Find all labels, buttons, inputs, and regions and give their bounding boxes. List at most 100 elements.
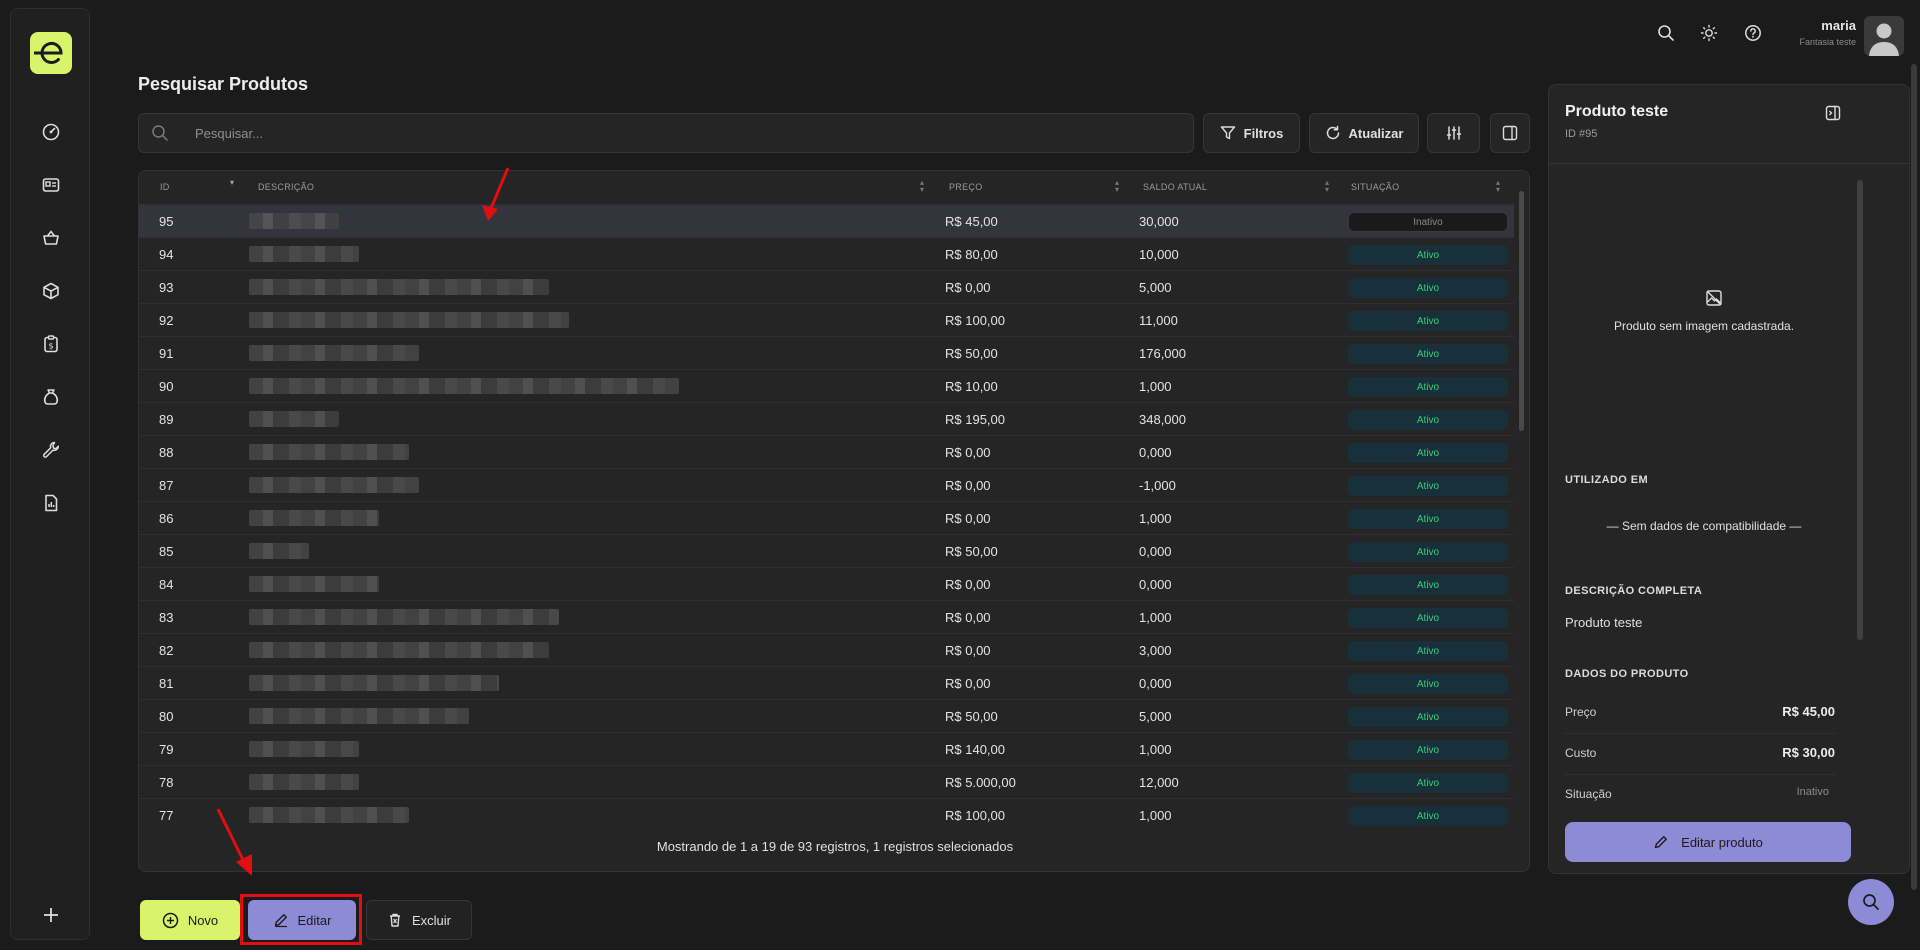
cell-description-redacted bbox=[249, 609, 559, 625]
table-scrollbar[interactable] bbox=[1519, 191, 1524, 431]
header-search-button[interactable] bbox=[1654, 21, 1678, 45]
sidebar-item-dashboard[interactable] bbox=[31, 112, 71, 152]
sidebar-item-reports[interactable] bbox=[31, 483, 71, 523]
section-product-data: DADOS DO PRODUTO bbox=[1565, 668, 1689, 680]
status-badge: Ativo bbox=[1348, 641, 1508, 661]
status-badge: Ativo bbox=[1348, 278, 1508, 298]
table-row[interactable]: 93 R$ 0,00 5,000 Ativo bbox=[139, 270, 1514, 303]
cell-description-redacted bbox=[249, 246, 359, 262]
sort-icon[interactable]: ▴ ▾ bbox=[1115, 179, 1119, 194]
app-logo[interactable] bbox=[30, 32, 72, 74]
table-row[interactable]: 91 R$ 50,00 176,000 Ativo bbox=[139, 336, 1514, 369]
sidebar-item-services[interactable] bbox=[31, 430, 71, 470]
sidebar-item-products[interactable] bbox=[31, 271, 71, 311]
column-header-description[interactable]: DESCRIÇÃO bbox=[258, 182, 314, 192]
table-row[interactable]: 95 R$ 45,00 30,000 Inativo bbox=[139, 204, 1514, 237]
sidebar-item-financial[interactable]: $ bbox=[31, 324, 71, 364]
delete-label: Excluir bbox=[411, 912, 451, 928]
cell-description-redacted bbox=[249, 807, 409, 823]
table-row[interactable]: 92 R$ 100,00 11,000 Ativo bbox=[139, 303, 1514, 336]
cell-id: 86 bbox=[159, 511, 174, 526]
edit-product-button[interactable]: Editar produto bbox=[1565, 822, 1851, 862]
help-button[interactable] bbox=[1741, 21, 1765, 45]
sun-icon bbox=[1700, 24, 1718, 42]
sidebar-add-button[interactable] bbox=[31, 895, 71, 935]
status-badge: Ativo bbox=[1348, 806, 1508, 826]
filters-label: Filtros bbox=[1243, 125, 1284, 141]
search-input[interactable] bbox=[195, 114, 1175, 152]
cell-stock: 1,000 bbox=[1139, 511, 1172, 526]
sort-icon[interactable]: ▴ ▾ bbox=[1496, 179, 1500, 194]
page-title: Pesquisar Produtos bbox=[138, 74, 309, 94]
panel-scrollbar[interactable] bbox=[1857, 180, 1863, 640]
table-row[interactable]: 78 R$ 5.000,00 12,000 Ativo bbox=[139, 765, 1514, 798]
columns-settings-button[interactable] bbox=[1427, 113, 1480, 153]
sidebar-panel-icon bbox=[1825, 105, 1841, 121]
cell-stock: 10,000 bbox=[1139, 247, 1179, 262]
sidebar-panel-icon bbox=[1502, 125, 1518, 141]
sidebar-item-contacts[interactable] bbox=[31, 165, 71, 205]
cell-stock: 30,000 bbox=[1139, 214, 1179, 229]
table-row[interactable]: 87 R$ 0,00 -1,000 Ativo bbox=[139, 468, 1514, 501]
table-row[interactable]: 94 R$ 80,00 10,000 Ativo bbox=[139, 237, 1514, 270]
column-header-price[interactable]: PREÇO bbox=[949, 182, 983, 192]
cell-price: R$ 5.000,00 bbox=[945, 775, 1016, 790]
table-row[interactable]: 80 R$ 50,00 5,000 Ativo bbox=[139, 699, 1514, 732]
filter-icon bbox=[1220, 126, 1235, 140]
cell-price: R$ 10,00 bbox=[945, 379, 998, 394]
products-table: ID ▾ DESCRIÇÃO ▴ ▾ PREÇO ▴ ▾ SALDO ATUAL ▴… bbox=[138, 170, 1530, 872]
section-full-description: DESCRIÇÃO COMPLETA bbox=[1565, 585, 1703, 597]
cell-id: 93 bbox=[159, 280, 174, 295]
column-header-stock[interactable]: SALDO ATUAL bbox=[1143, 182, 1207, 192]
delete-button[interactable]: Excluir bbox=[366, 900, 472, 940]
cell-stock: 5,000 bbox=[1139, 280, 1172, 295]
avatar[interactable] bbox=[1864, 16, 1904, 56]
cell-description-redacted bbox=[249, 345, 419, 361]
table-row[interactable]: 82 R$ 0,00 3,000 Ativo bbox=[139, 633, 1514, 666]
sort-icon[interactable]: ▴ ▾ bbox=[1325, 179, 1329, 194]
collapse-panel-button[interactable] bbox=[1825, 105, 1841, 126]
page-scrollbar[interactable] bbox=[1911, 64, 1917, 890]
plus-icon bbox=[44, 908, 58, 922]
cell-description-redacted bbox=[249, 213, 339, 229]
cell-stock: 348,000 bbox=[1139, 412, 1186, 427]
table-row[interactable]: 85 R$ 50,00 0,000 Ativo bbox=[139, 534, 1514, 567]
table-row[interactable]: 89 R$ 195,00 348,000 Ativo bbox=[139, 402, 1514, 435]
cell-price: R$ 140,00 bbox=[945, 742, 1005, 757]
column-header-status[interactable]: SITUAÇÃO bbox=[1351, 182, 1399, 192]
table-row[interactable]: 79 R$ 140,00 1,000 Ativo bbox=[139, 732, 1514, 765]
panel-title: Produto teste bbox=[1565, 103, 1669, 120]
sidebar-item-cash[interactable] bbox=[31, 377, 71, 417]
cell-price: R$ 80,00 bbox=[945, 247, 998, 262]
sort-icon[interactable]: ▴ ▾ bbox=[920, 179, 924, 194]
table-row[interactable]: 83 R$ 0,00 1,000 Ativo bbox=[139, 600, 1514, 633]
table-row[interactable]: 88 R$ 0,00 0,000 Ativo bbox=[139, 435, 1514, 468]
table-row[interactable]: 90 R$ 10,00 1,000 Ativo bbox=[139, 369, 1514, 402]
table-header: ID ▾ DESCRIÇÃO ▴ ▾ PREÇO ▴ ▾ SALDO ATUAL ▴… bbox=[139, 171, 1514, 204]
table-row[interactable]: 86 R$ 0,00 1,000 Ativo bbox=[139, 501, 1514, 534]
table-row[interactable]: 77 R$ 100,00 1,000 Ativo bbox=[139, 798, 1514, 831]
column-header-id[interactable]: ID bbox=[160, 182, 170, 192]
status-badge: Ativo bbox=[1348, 311, 1508, 331]
cell-price: R$ 100,00 bbox=[945, 313, 1005, 328]
field-label: Custo bbox=[1565, 746, 1597, 760]
cell-stock: 3,000 bbox=[1139, 643, 1172, 658]
cell-stock: 1,000 bbox=[1139, 742, 1172, 757]
sidebar-item-sales[interactable] bbox=[31, 218, 71, 258]
sort-desc-icon[interactable]: ▾ bbox=[230, 179, 234, 187]
cell-id: 85 bbox=[159, 544, 174, 559]
filters-button[interactable]: Filtros bbox=[1203, 113, 1300, 153]
wrench-icon bbox=[43, 441, 60, 458]
refresh-button[interactable]: Atualizar bbox=[1309, 113, 1419, 153]
cell-id: 82 bbox=[159, 643, 174, 658]
floating-search-button[interactable] bbox=[1848, 879, 1894, 925]
table-row[interactable]: 81 R$ 0,00 0,000 Ativo bbox=[139, 666, 1514, 699]
status-badge: Ativo bbox=[1348, 476, 1508, 496]
table-row[interactable]: 84 R$ 0,00 0,000 Ativo bbox=[139, 567, 1514, 600]
search-icon bbox=[151, 124, 169, 147]
cell-id: 89 bbox=[159, 412, 174, 427]
theme-toggle-button[interactable] bbox=[1697, 21, 1721, 45]
status-badge: Ativo bbox=[1348, 509, 1508, 529]
new-button[interactable]: Novo bbox=[140, 900, 240, 940]
toggle-panel-button[interactable] bbox=[1490, 113, 1530, 153]
